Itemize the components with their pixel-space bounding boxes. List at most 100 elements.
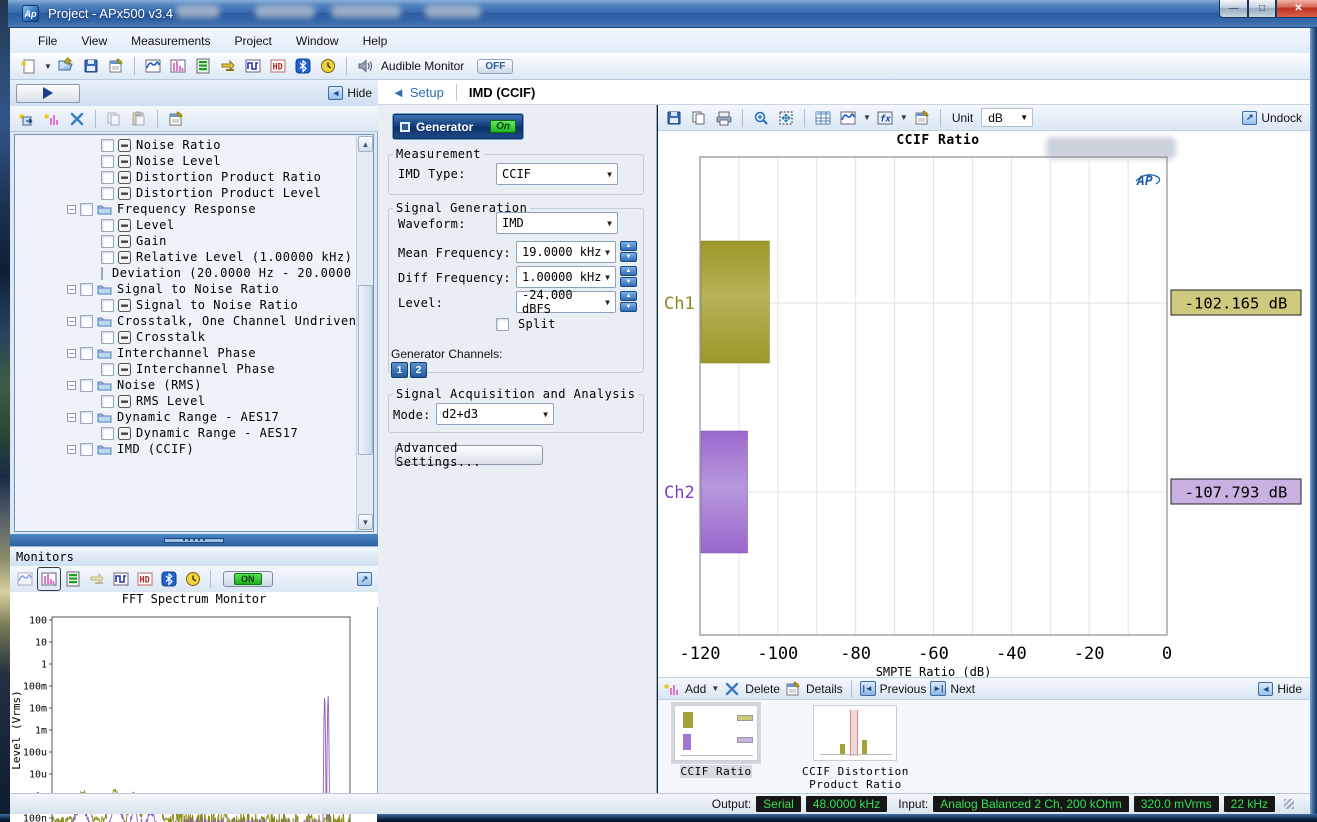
bluetooth-monitor-icon[interactable] <box>158 568 180 590</box>
tree-item-distortion-product-level[interactable]: Distortion Product Level <box>15 185 357 201</box>
properties-icon[interactable] <box>911 107 933 129</box>
thumbnail-ccif-distortion-product-ratio[interactable]: CCIF DistortionProduct Ratio <box>802 705 909 793</box>
new-project-icon[interactable]: ✱ <box>18 55 40 77</box>
tree-checkbox[interactable] <box>80 411 93 424</box>
tree-checkbox[interactable] <box>101 219 114 232</box>
collapse-icon[interactable]: − <box>67 445 76 454</box>
copy-icon[interactable] <box>688 107 710 129</box>
tree-checkbox[interactable] <box>101 235 114 248</box>
fx-dropdown-icon[interactable]: ▼ <box>900 113 908 122</box>
tree-scrollbar[interactable]: ▲ ▼ <box>356 135 373 531</box>
tree-folder-interchannel-phase[interactable]: −Interchannel Phase <box>15 345 357 361</box>
tree-checkbox[interactable] <box>101 187 114 200</box>
audible-monitor-off-button[interactable]: OFF <box>477 59 513 74</box>
graph-dropdown-icon[interactable]: ▼ <box>863 113 871 122</box>
properties-icon[interactable] <box>165 108 187 130</box>
imd-type-select[interactable]: CCIF▼ <box>496 163 618 185</box>
collapse-icon[interactable]: − <box>67 285 76 294</box>
tree-checkbox[interactable] <box>80 379 93 392</box>
tree-folder-signal-to-noise-ratio[interactable]: −Signal to Noise Ratio <box>15 281 357 297</box>
add-result-icon[interactable]: ✱ <box>663 680 681 698</box>
tree-folder-frequency-response[interactable]: −Frequency Response <box>15 201 357 217</box>
open-icon[interactable] <box>55 55 77 77</box>
fx-icon[interactable]: fx <box>874 107 896 129</box>
menu-measurements[interactable]: Measurements <box>121 31 220 51</box>
square-wave-icon[interactable] <box>242 55 264 77</box>
mean-frequency-input[interactable]: 19.0000 kHz▼ <box>516 241 616 263</box>
collapse-icon[interactable]: − <box>67 317 76 326</box>
previous-button[interactable]: Previous <box>880 682 927 696</box>
collapse-icon[interactable]: − <box>67 413 76 422</box>
tree-checkbox[interactable] <box>101 363 114 376</box>
graph-icon[interactable] <box>837 107 859 129</box>
thumbnail-preview[interactable] <box>674 705 758 761</box>
thumbnail-ccif-ratio[interactable]: CCIF Ratio <box>674 705 758 793</box>
zoom-icon[interactable] <box>750 107 772 129</box>
scroll-thumb[interactable] <box>358 285 373 455</box>
split-checkbox[interactable] <box>496 318 509 331</box>
monitors-undock-icon[interactable]: ↗ <box>357 572 372 586</box>
clock-icon[interactable] <box>317 55 339 77</box>
tree-checkbox[interactable] <box>101 427 114 440</box>
tree-item-dynamic-range-aes17[interactable]: Dynamic Range - AES17 <box>15 425 357 441</box>
collapse-icon[interactable]: − <box>67 205 76 214</box>
tree-folder-imd-ccif[interactable]: −IMD (CCIF) <box>15 441 357 457</box>
advanced-settings-button[interactable]: Advanced Settings... <box>395 445 543 465</box>
tree-checkbox[interactable] <box>101 395 114 408</box>
tree-item-distortion-product-ratio[interactable]: Distortion Product Ratio <box>15 169 357 185</box>
add-dropdown-icon[interactable]: ▼ <box>711 684 719 693</box>
scope-icon[interactable] <box>142 55 164 77</box>
tree-item-noise-level[interactable]: Noise Level <box>15 153 357 169</box>
panel-splitter[interactable] <box>10 534 378 546</box>
setup-back-button[interactable]: ◄ Setup <box>378 85 456 100</box>
run-button[interactable] <box>16 84 80 103</box>
previous-icon[interactable]: |◄ <box>860 681 876 696</box>
hd-monitor-icon[interactable]: HD <box>134 568 156 590</box>
delete-result-icon[interactable] <box>723 680 741 698</box>
fft-monitor-icon[interactable] <box>38 568 60 590</box>
generator-toggle-button[interactable]: Generator On <box>393 114 523 139</box>
level-monitor-icon[interactable] <box>62 568 84 590</box>
tree-item-rms-level[interactable]: RMS Level <box>15 393 357 409</box>
menu-help[interactable]: Help <box>353 31 398 51</box>
tree-item-relative-level-1-00000-khz[interactable]: Relative Level (1.00000 kHz) <box>15 249 357 265</box>
tree-folder-noise-rms[interactable]: −Noise (RMS) <box>15 377 357 393</box>
generator-channel-2-button[interactable]: 2 <box>410 362 427 378</box>
tree-checkbox[interactable] <box>80 315 93 328</box>
hd-icon[interactable]: HD <box>267 55 289 77</box>
table-icon[interactable] <box>812 107 834 129</box>
mode-select[interactable]: d2+d3▼ <box>436 403 554 425</box>
unit-select[interactable]: dB▼ <box>981 108 1033 127</box>
fft-icon[interactable] <box>167 55 189 77</box>
menu-view[interactable]: View <box>71 31 117 51</box>
tree-checkbox[interactable] <box>80 347 93 360</box>
undock-button[interactable]: ↗ Undock <box>1242 111 1302 125</box>
copy-icon[interactable] <box>103 108 125 130</box>
details-icon[interactable] <box>784 680 802 698</box>
tree-item-gain[interactable]: Gain <box>15 233 357 249</box>
tree-checkbox[interactable] <box>80 443 93 456</box>
scope-monitor-icon[interactable] <box>14 568 36 590</box>
tree-item-crosstalk[interactable]: Crosstalk <box>15 329 357 345</box>
next-button[interactable]: Next <box>950 682 975 696</box>
tree-item-deviation-20-0000-hz-20-0000-khz[interactable]: Deviation (20.0000 Hz - 20.0000 kHz) <box>15 265 357 281</box>
add-measurement-icon[interactable]: ✱ <box>16 108 38 130</box>
navigator-hide-button[interactable]: ◄ Hide <box>328 86 372 100</box>
tree-checkbox[interactable] <box>101 299 114 312</box>
add-result-button[interactable]: Add <box>685 682 706 696</box>
tree-checkbox[interactable] <box>80 283 93 296</box>
tree-item-signal-to-noise-ratio[interactable]: Signal to Noise Ratio <box>15 297 357 313</box>
fit-icon[interactable] <box>775 107 797 129</box>
monitor-on-button[interactable]: ON <box>223 571 273 587</box>
mean-frequency-stepper[interactable]: ▲▼ <box>620 241 637 262</box>
scroll-down-icon[interactable]: ▼ <box>358 514 373 530</box>
diff-frequency-input[interactable]: 1.00000 kHz▼ <box>516 266 616 288</box>
diff-frequency-stepper[interactable]: ▲▼ <box>620 266 637 287</box>
add-graph-icon[interactable]: ✱ <box>41 108 63 130</box>
properties-icon[interactable] <box>105 55 127 77</box>
details-button[interactable]: Details <box>806 682 843 696</box>
delete-result-button[interactable]: Delete <box>745 682 780 696</box>
thumbnail-preview[interactable] <box>813 705 897 761</box>
level-input[interactable]: -24.000 dBFS▼ <box>516 291 616 313</box>
collapse-icon[interactable]: − <box>67 381 76 390</box>
